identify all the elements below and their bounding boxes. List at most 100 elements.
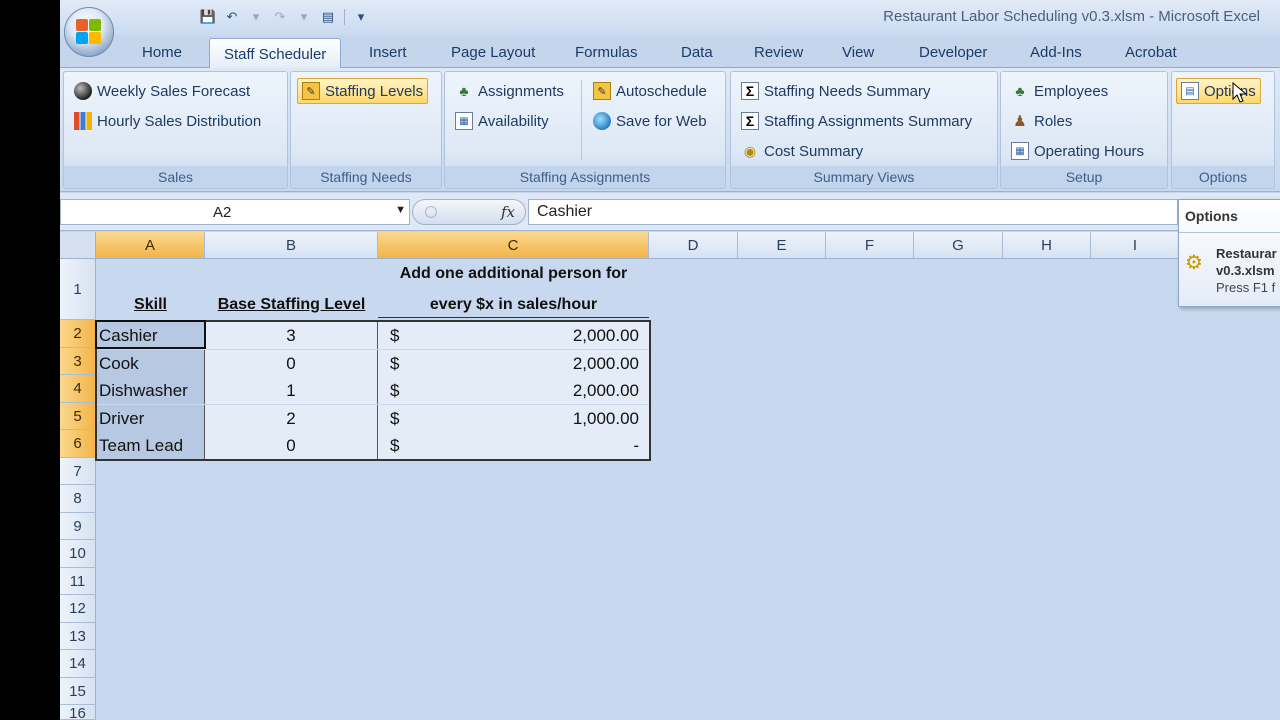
availability-label: Availability xyxy=(478,112,549,130)
employees-button[interactable]: ♣ Employees xyxy=(1007,78,1112,104)
office-logo-icon xyxy=(76,19,102,45)
column-header-g[interactable]: G xyxy=(914,232,1003,259)
header-cell-c1-line2[interactable]: every $x in sales/hour xyxy=(378,292,649,318)
tooltip-name-line1: Restaurar xyxy=(1216,246,1277,261)
staffing-needs-summary-button[interactable]: Σ Staffing Needs Summary xyxy=(737,78,934,104)
staffing-assignments-summary-button[interactable]: Σ Staffing Assignments Summary xyxy=(737,108,976,134)
sales-threshold-cell[interactable]: $ - xyxy=(378,432,649,459)
staffing-levels-button[interactable]: ✎ Staffing Levels xyxy=(297,78,429,104)
row-header-15[interactable]: 15 xyxy=(60,678,96,705)
select-all-button[interactable] xyxy=(60,232,96,259)
tab-add-ins[interactable]: Add-Ins xyxy=(1030,44,1082,61)
tab-developer[interactable]: Developer xyxy=(919,44,987,61)
column-header-f[interactable]: F xyxy=(826,232,914,259)
row-header-4[interactable]: 4 xyxy=(60,375,96,403)
row-header-3[interactable]: 3 xyxy=(60,348,96,375)
tab-review[interactable]: Review xyxy=(754,44,803,61)
customize-icon[interactable]: ▾ xyxy=(351,7,371,27)
name-box-value: A2 xyxy=(213,204,232,221)
skill-cell[interactable]: Cook xyxy=(96,350,205,377)
ribbon-tabs: Home Staff Scheduler Insert Page Layout … xyxy=(60,36,1280,69)
column-header-d[interactable]: D xyxy=(649,232,738,259)
sales-threshold-cell[interactable]: $ 2,000.00 xyxy=(378,322,649,349)
tab-formulas[interactable]: Formulas xyxy=(575,44,638,61)
skill-cell[interactable]: Dishwasher xyxy=(96,377,205,404)
window-title: Restaurant Labor Scheduling v0.3.xlsm - … xyxy=(883,8,1260,25)
row-header-7[interactable]: 7 xyxy=(60,458,96,485)
tab-acrobat[interactable]: Acrobat xyxy=(1125,44,1177,61)
column-header-a[interactable]: A xyxy=(96,232,205,259)
availability-button[interactable]: ▦ Availability xyxy=(451,108,553,134)
table-row: Team Lead 0 $ - xyxy=(96,432,649,459)
skill-cell[interactable]: Team Lead xyxy=(96,432,205,459)
chevron-down-icon[interactable]: ▼ xyxy=(395,204,406,216)
row-header-8[interactable]: 8 xyxy=(60,485,96,513)
base-level-cell[interactable]: 3 xyxy=(205,322,378,349)
header-cell-b1[interactable]: Base Staffing Level xyxy=(205,292,378,318)
tab-data[interactable]: Data xyxy=(681,44,713,61)
column-header-i[interactable]: I xyxy=(1091,232,1180,259)
office-button[interactable] xyxy=(64,7,114,57)
tab-page-layout[interactable]: Page Layout xyxy=(451,44,535,61)
column-header-c[interactable]: C xyxy=(378,232,649,259)
name-box[interactable]: A2 ▼ xyxy=(60,199,410,225)
skill-cell[interactable]: Driver xyxy=(96,405,205,432)
save-icon[interactable]: 💾 xyxy=(198,7,218,27)
row-header-5[interactable]: 5 xyxy=(60,403,96,430)
row-header-12[interactable]: 12 xyxy=(60,595,96,623)
additional-person-header: Add one additional person for xyxy=(399,265,628,282)
formula-input[interactable]: Cashier xyxy=(528,199,1178,225)
circle-icon xyxy=(425,206,437,218)
column-header-e[interactable]: E xyxy=(738,232,826,259)
base-level-cell[interactable]: 0 xyxy=(205,350,378,377)
form-icon[interactable]: ▤ xyxy=(318,7,338,27)
row-header-11[interactable]: 11 xyxy=(60,568,96,595)
redo-icon[interactable]: ↷ xyxy=(270,7,290,27)
amount-value: 2,000.00 xyxy=(572,354,639,373)
row-header-2[interactable]: 2 xyxy=(60,320,96,348)
sales-threshold-cell[interactable]: $ 2,000.00 xyxy=(378,377,649,404)
tab-insert[interactable]: Insert xyxy=(369,44,407,61)
roles-label: Roles xyxy=(1034,112,1073,130)
chevron-down-icon[interactable]: ▾ xyxy=(246,7,266,27)
sales-threshold-cell[interactable]: $ 1,000.00 xyxy=(378,405,649,432)
base-level-cell[interactable]: 1 xyxy=(205,377,378,404)
currency-symbol: $ xyxy=(390,436,400,455)
worksheet-grid[interactable]: A B C D E F G H I 1 2 3 4 5 6 7 8 9 10 1… xyxy=(60,232,1280,720)
group-label-options: Options xyxy=(1172,166,1274,188)
undo-icon[interactable]: ↶ xyxy=(222,7,242,27)
base-level-cell[interactable]: 2 xyxy=(205,405,378,432)
column-header-h[interactable]: H xyxy=(1003,232,1091,259)
cost-summary-button[interactable]: ◉ Cost Summary xyxy=(737,138,867,164)
column-header-b[interactable]: B xyxy=(205,232,378,259)
row-header-14[interactable]: 14 xyxy=(60,650,96,678)
tab-staff-scheduler[interactable]: Staff Scheduler xyxy=(209,38,342,69)
roles-button[interactable]: ♟ Roles xyxy=(1007,108,1076,134)
row-header-10[interactable]: 10 xyxy=(60,540,96,568)
insert-function-icon[interactable]: fx xyxy=(501,203,515,221)
chevron-down-icon[interactable]: ▾ xyxy=(294,7,314,27)
mouse-cursor-icon xyxy=(1232,82,1248,103)
row-header-16[interactable]: 16 xyxy=(60,705,96,720)
forecast-icon xyxy=(74,82,92,100)
assignments-button[interactable]: ♣ Assignments xyxy=(451,78,568,104)
save-for-web-button[interactable]: Save for Web xyxy=(589,108,711,134)
currency-symbol: $ xyxy=(390,409,400,428)
group-label-summary-views: Summary Views xyxy=(731,166,997,188)
tab-view[interactable]: View xyxy=(842,44,874,61)
row-header-13[interactable]: 13 xyxy=(60,623,96,650)
amount-value: - xyxy=(633,436,639,455)
tab-home[interactable]: Home xyxy=(142,44,182,61)
header-cell-a1[interactable]: Skill xyxy=(96,292,205,318)
hourly-sales-distribution-button[interactable]: Hourly Sales Distribution xyxy=(70,108,265,134)
row-header-9[interactable]: 9 xyxy=(60,513,96,540)
row-header-6[interactable]: 6 xyxy=(60,430,96,458)
header-cell-c1-line1[interactable]: Add one additional person for xyxy=(378,260,649,288)
skill-cell[interactable]: Cashier xyxy=(96,322,205,349)
sales-threshold-cell[interactable]: $ 2,000.00 xyxy=(378,350,649,377)
base-level-cell[interactable]: 0 xyxy=(205,432,378,459)
row-header-1[interactable]: 1 xyxy=(60,259,96,320)
weekly-sales-forecast-button[interactable]: Weekly Sales Forecast xyxy=(70,78,254,104)
operating-hours-button[interactable]: ▦ Operating Hours xyxy=(1007,138,1148,164)
autoschedule-button[interactable]: ✎ Autoschedule xyxy=(589,78,711,104)
